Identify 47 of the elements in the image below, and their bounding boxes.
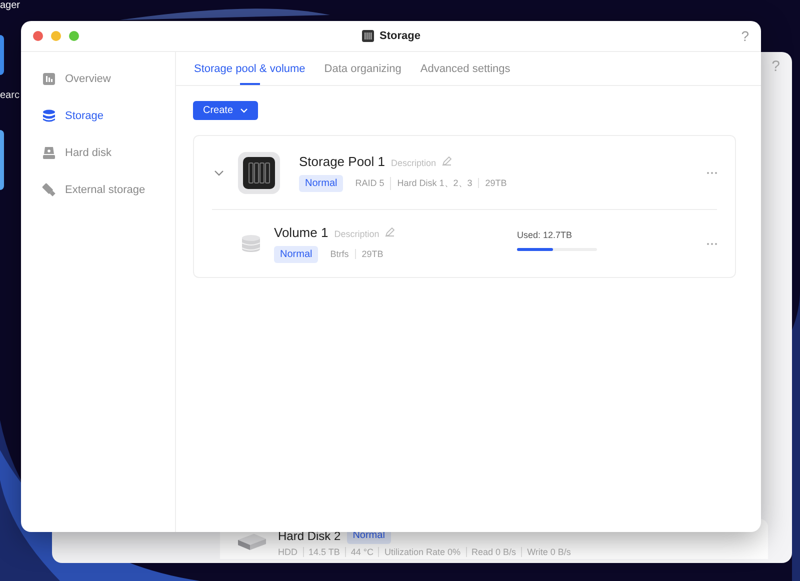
sidebar-item[interactable]: External storage: [21, 171, 175, 208]
description-label: Description: [334, 228, 380, 238]
nas-device-icon: [238, 152, 280, 194]
chevron-down-icon[interactable]: [214, 168, 224, 178]
disk-detail: Write 0 B/s: [521, 547, 576, 557]
disk-detail: Utilization Rate 0%: [378, 547, 466, 557]
sidebar-item[interactable]: Overview: [21, 60, 175, 97]
desktop-app-icon[interactable]: [0, 130, 4, 190]
tab[interactable]: Data organizing: [324, 52, 402, 85]
sidebar-item[interactable]: Storage: [21, 97, 175, 134]
close-icon[interactable]: [33, 31, 43, 41]
maximize-icon[interactable]: [69, 31, 79, 41]
hard-disk-icon: [42, 146, 56, 160]
minimize-icon[interactable]: [51, 31, 61, 41]
pool-detail: Hard Disk 1、2、3: [390, 176, 478, 190]
usb-drive-icon: [42, 182, 56, 196]
tab[interactable]: Advanced settings: [420, 52, 510, 85]
help-icon[interactable]: ?: [772, 58, 780, 75]
volume-detail: Btrfs: [329, 249, 350, 259]
database-icon: [42, 108, 56, 122]
pool-detail: 29TB: [478, 178, 513, 188]
chevron-down-icon: [240, 108, 248, 113]
used-capacity-label: Used: 12.7TB: [517, 230, 574, 240]
pool-detail: RAID 5: [354, 178, 386, 188]
window-title: Storage: [380, 30, 420, 42]
status-badge: Normal: [299, 174, 344, 192]
volume-name: Volume 1: [274, 224, 328, 240]
desktop-icon-label: earc: [0, 90, 20, 101]
pencil-icon[interactable]: [385, 227, 396, 237]
status-badge: Normal: [274, 246, 318, 262]
tab[interactable]: Storage pool & volume: [194, 52, 306, 85]
desktop-app-icon[interactable]: [0, 35, 4, 75]
storage-app-icon: [362, 30, 374, 42]
pencil-icon[interactable]: [442, 156, 452, 166]
desktop-icon-label: ager: [0, 0, 20, 11]
description-label: Description: [391, 158, 436, 168]
create-button[interactable]: Create: [193, 101, 258, 120]
volume-cylinder-icon: [240, 232, 262, 254]
disk-detail: 14.5 TB: [302, 547, 345, 557]
pool-name: Storage Pool 1: [299, 154, 386, 168]
volume-detail: 29TB: [354, 249, 390, 259]
disk-detail: HDD: [278, 547, 298, 557]
disk-detail: Read 0 B/s: [466, 547, 522, 557]
help-icon[interactable]: ?: [741, 28, 749, 44]
sidebar-item[interactable]: Hard disk: [21, 134, 175, 171]
disk-detail: 44 °C: [344, 547, 378, 557]
bar-chart-icon: [42, 72, 56, 86]
